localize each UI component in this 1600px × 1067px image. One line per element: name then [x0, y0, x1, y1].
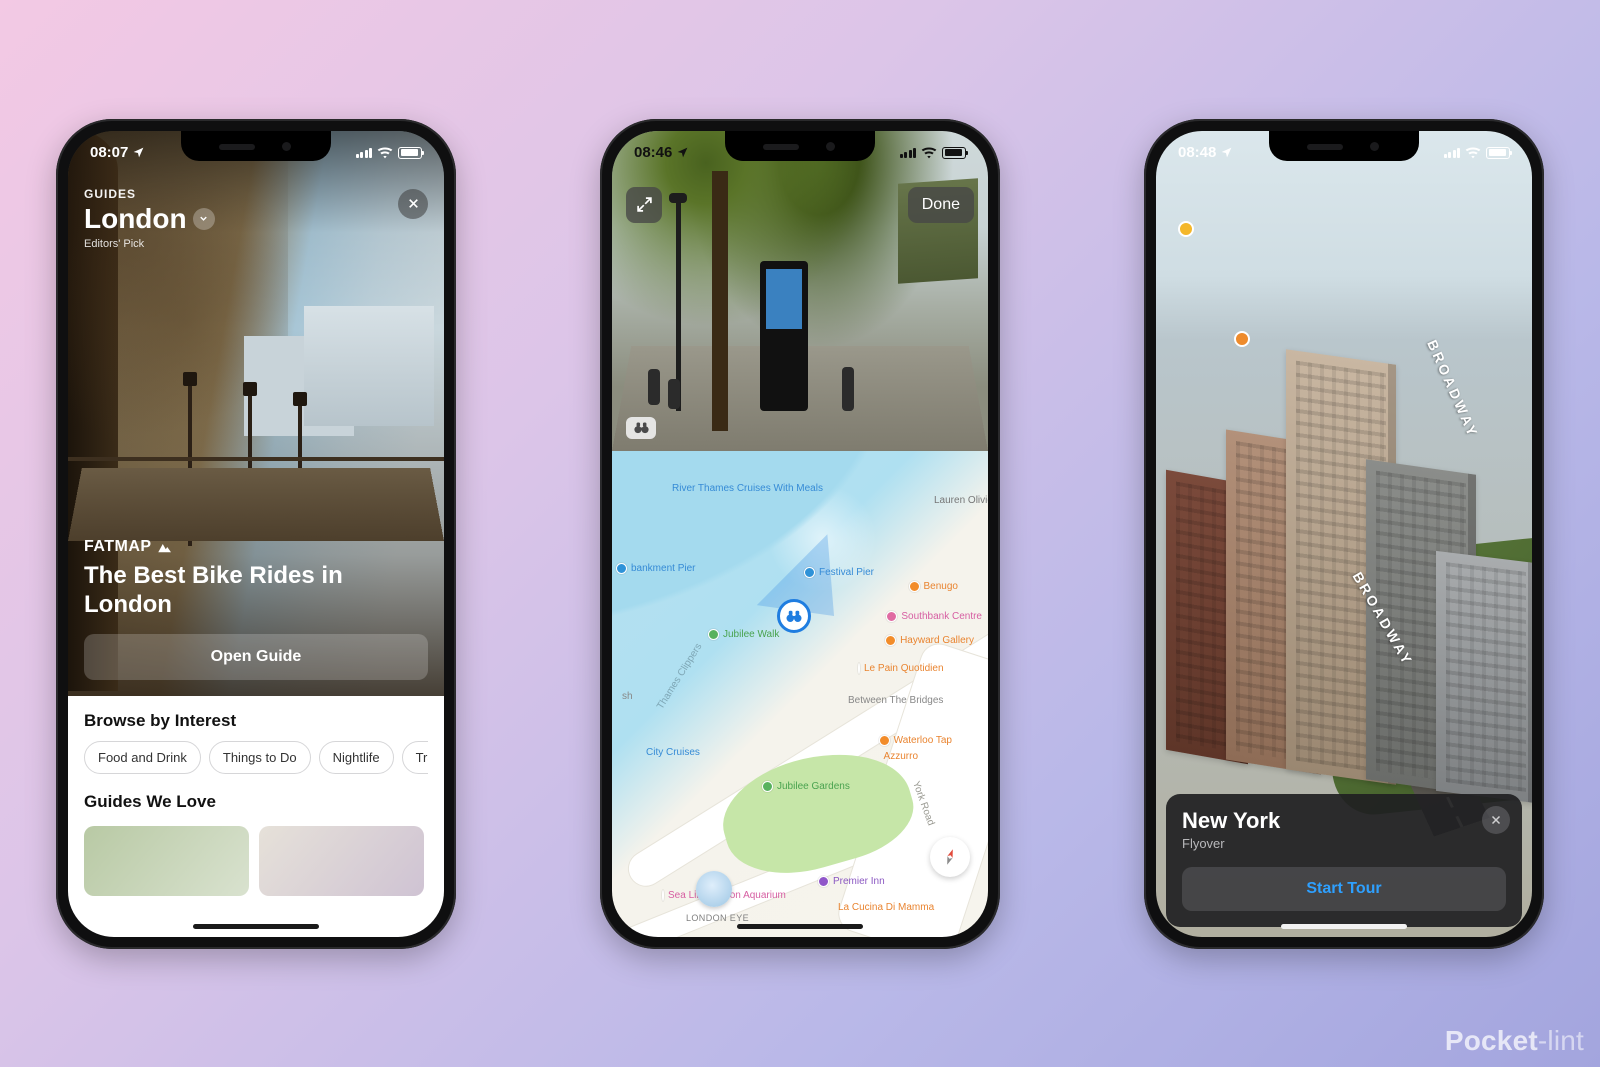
person-illustration [842, 367, 854, 411]
chip-food[interactable]: Food and Drink [84, 741, 201, 774]
browse-heading: Browse by Interest [84, 711, 428, 731]
binoculars-icon [633, 421, 650, 434]
guides-love-heading: Guides We Love [84, 792, 428, 812]
phone-flyover: 08:48 BR [1144, 119, 1544, 949]
lookaround-pin[interactable] [777, 599, 811, 633]
phone-lookaround: 08:46 Be At One [600, 119, 1000, 949]
mountain-icon [156, 540, 174, 554]
guides-header: GUIDES London Editors' Pick [84, 187, 215, 250]
building-illustration [1436, 550, 1532, 802]
map-label-southbank[interactable]: Southbank Centre [886, 611, 982, 622]
binoculars-icon [785, 609, 803, 623]
wifi-icon [921, 147, 937, 159]
close-icon [407, 197, 420, 210]
map-label-waterloo[interactable]: Waterloo Tap [879, 735, 952, 746]
close-button[interactable] [398, 189, 428, 219]
flyover-card: New York Flyover Start Tour [1166, 794, 1522, 927]
chip-nightlife[interactable]: Nightlife [319, 741, 394, 774]
guide-hero[interactable]: GUIDES London Editors' Pick [68, 131, 444, 696]
cellular-icon [356, 148, 373, 158]
home-indicator[interactable] [193, 924, 319, 929]
wifi-icon [377, 147, 393, 159]
person-illustration [648, 369, 660, 405]
compass-button[interactable] [930, 837, 970, 877]
map-label-between[interactable]: Between The Bridges [848, 695, 928, 706]
location-arrow-icon [676, 146, 689, 159]
lookaround-view[interactable]: Done [612, 131, 988, 451]
building-illustration [304, 306, 434, 426]
map-label-benugo[interactable]: Benugo [909, 581, 958, 592]
map-label-embankment-pier[interactable]: bankment Pier [616, 563, 695, 574]
close-button[interactable] [1482, 806, 1510, 834]
watermark: Pocket-lint [1445, 1025, 1584, 1057]
phone-guides: 08:07 [56, 119, 456, 949]
map-label-hayward[interactable]: Hayward Gallery [885, 635, 974, 646]
notch [181, 131, 331, 161]
binoculars-badge[interactable] [626, 417, 656, 439]
guide-tile[interactable] [259, 826, 424, 896]
railing-illustration [68, 457, 444, 461]
featured-guide-card: FATMAP The Best Bike Rides in London Ope… [84, 538, 428, 680]
map-label-sh[interactable]: sh [622, 691, 633, 702]
start-tour-button[interactable]: Start Tour [1182, 867, 1506, 911]
battery-icon [398, 147, 422, 159]
guide-tile[interactable] [84, 826, 249, 896]
map-label-azzurro[interactable]: Azzurro [884, 751, 918, 762]
close-icon [1490, 814, 1502, 826]
map-label-festival-pier[interactable]: Festival Pier [804, 567, 874, 578]
guides-eyebrow: GUIDES [84, 187, 215, 201]
map-label-thames-cruises[interactable]: River Thames Cruises With Meals [672, 483, 762, 494]
cellular-icon [900, 148, 917, 158]
notch [1269, 131, 1419, 161]
chip-travel[interactable]: Travel [402, 741, 428, 774]
map-label-lauren-olivier[interactable]: Lauren Olivier [934, 495, 982, 506]
map-label-city-cruises[interactable]: City Cruises [646, 747, 700, 758]
map-label-london-eye[interactable]: LONDON EYE [686, 913, 749, 923]
chevron-down-icon[interactable] [193, 208, 215, 230]
guide-brand: FATMAP [84, 538, 428, 556]
location-arrow-icon [132, 146, 145, 159]
status-time: 08:07 [90, 144, 128, 161]
done-button[interactable]: Done [908, 187, 974, 223]
kiosk-illustration [760, 261, 808, 411]
home-indicator[interactable] [1281, 924, 1407, 929]
home-indicator[interactable] [737, 924, 863, 929]
battery-icon [942, 147, 966, 159]
map-label-jubilee-walk[interactable]: Jubilee Walk [708, 629, 779, 640]
road-label-broadway: BROADWAY [1424, 337, 1482, 440]
guides-lower[interactable]: Browse by Interest Food and Drink Things… [68, 696, 444, 937]
status-time: 08:48 [1178, 144, 1216, 161]
map-label-lacucina[interactable]: La Cucina Di Mamma [838, 902, 908, 913]
map-label-jubilee-gardens[interactable]: Jubilee Gardens [762, 781, 850, 792]
chip-things[interactable]: Things to Do [209, 741, 311, 774]
path-illustration [68, 468, 444, 541]
guides-subtitle: Editors' Pick [84, 238, 215, 250]
map-label-lepain[interactable]: Le Pain Quotidien [858, 663, 918, 674]
person-illustration [668, 379, 680, 409]
compass-icon [936, 842, 964, 870]
status-time: 08:46 [634, 144, 672, 161]
open-guide-button[interactable]: Open Guide [84, 634, 428, 680]
map-view[interactable]: River Thames Cruises With Meals bankment… [612, 451, 988, 937]
poi-marker[interactable] [1178, 221, 1194, 237]
wifi-icon [1465, 147, 1481, 159]
guides-city-picker[interactable]: London [84, 203, 215, 235]
guides-city-label: London [84, 203, 187, 235]
guide-title: The Best Bike Rides in London [84, 562, 428, 620]
cellular-icon [1444, 148, 1461, 158]
flyover-subtitle: Flyover [1182, 836, 1506, 851]
london-eye-3d-icon[interactable] [696, 871, 732, 907]
notch [725, 131, 875, 161]
tree-illustration [712, 171, 728, 431]
battery-icon [1486, 147, 1510, 159]
expand-icon [636, 196, 653, 213]
map-label-premier[interactable]: Premier Inn [818, 876, 885, 887]
location-arrow-icon [1220, 146, 1233, 159]
flyover-title: New York [1182, 808, 1506, 834]
expand-button[interactable] [626, 187, 662, 223]
poi-marker[interactable] [1234, 331, 1250, 347]
